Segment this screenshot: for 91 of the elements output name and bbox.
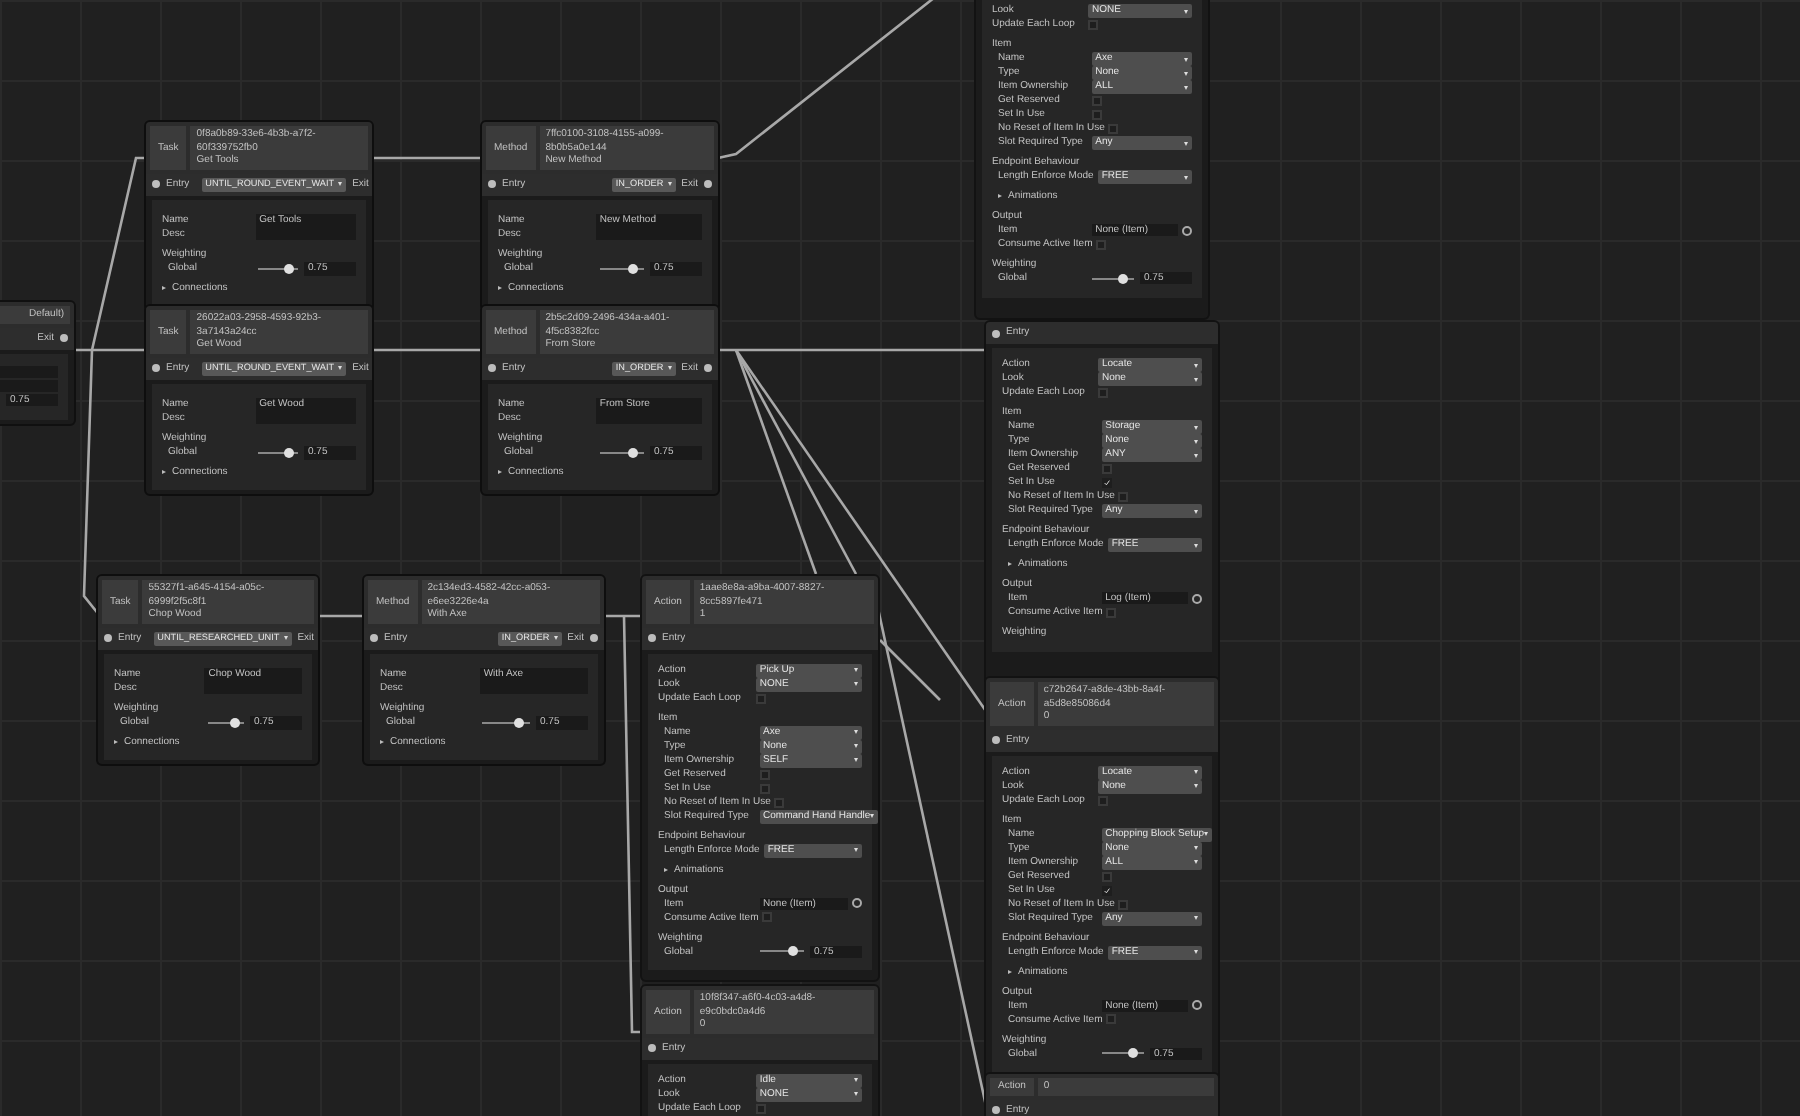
connection-line xyxy=(372,348,482,352)
caret-icon xyxy=(1184,141,1188,145)
caret-icon xyxy=(1184,175,1188,179)
collapsed-arrow-icon xyxy=(1008,562,1012,567)
checkbox[interactable] xyxy=(755,693,766,704)
caret-icon xyxy=(1184,85,1188,89)
collapsed-arrow-icon xyxy=(1008,970,1012,975)
picker-icon[interactable] xyxy=(1192,1000,1202,1011)
caret-icon xyxy=(1194,784,1198,789)
checkbox[interactable] xyxy=(1118,492,1129,502)
checkbox[interactable] xyxy=(755,1103,766,1114)
checkbox[interactable] xyxy=(1098,388,1108,398)
caret-icon xyxy=(1184,57,1188,61)
caret-icon xyxy=(870,814,875,819)
checkbox[interactable] xyxy=(1106,607,1117,618)
port-icon[interactable] xyxy=(152,180,160,189)
port-icon[interactable] xyxy=(152,364,160,373)
caret-icon xyxy=(1194,363,1198,367)
caret-icon xyxy=(1194,916,1198,921)
port-icon[interactable] xyxy=(590,634,598,643)
caret-icon xyxy=(854,668,858,673)
slider-thumb[interactable] xyxy=(229,717,240,728)
caret-icon xyxy=(1194,846,1198,851)
caret-icon xyxy=(1194,860,1198,865)
port-icon[interactable] xyxy=(370,634,378,643)
caret-icon xyxy=(1194,439,1198,443)
port-icon[interactable] xyxy=(60,334,68,343)
caret-icon xyxy=(854,730,858,735)
caret-icon xyxy=(1194,950,1198,955)
port-icon[interactable] xyxy=(992,329,1000,337)
collapsed-arrow-icon xyxy=(162,470,166,475)
slider-thumb[interactable] xyxy=(283,263,294,274)
checkbox[interactable] xyxy=(759,769,770,780)
checkbox[interactable] xyxy=(762,912,773,923)
slider-thumb[interactable] xyxy=(1118,273,1129,284)
checkbox[interactable] xyxy=(1118,899,1129,910)
checkbox[interactable] xyxy=(1098,795,1108,806)
caret-icon xyxy=(854,744,858,749)
connection-line xyxy=(372,156,482,160)
picker-icon[interactable] xyxy=(852,898,862,909)
port-icon[interactable] xyxy=(488,180,496,189)
caret-icon xyxy=(1194,453,1198,457)
checkbox[interactable] xyxy=(1088,20,1098,30)
caret-icon xyxy=(1194,770,1198,775)
port-icon[interactable] xyxy=(104,634,112,643)
caret-icon xyxy=(1194,509,1198,513)
port-icon[interactable] xyxy=(488,364,496,373)
port-icon[interactable] xyxy=(704,180,712,189)
checkbox[interactable] xyxy=(759,783,770,794)
collapsed-arrow-icon xyxy=(380,740,384,745)
port-icon[interactable] xyxy=(648,634,656,643)
slider-thumb[interactable] xyxy=(1128,1048,1139,1059)
checkbox[interactable] xyxy=(1101,464,1112,474)
caret-icon xyxy=(1204,832,1209,837)
port-icon[interactable] xyxy=(992,1106,1000,1115)
checkbox[interactable] xyxy=(1091,110,1102,120)
collapsed-arrow-icon xyxy=(998,194,1002,199)
checkbox[interactable] xyxy=(1106,1014,1117,1025)
slider-thumb[interactable] xyxy=(513,717,524,728)
caret-icon xyxy=(1194,425,1198,429)
caret-icon xyxy=(1194,377,1198,381)
port-icon[interactable] xyxy=(704,364,712,373)
caret-icon xyxy=(338,182,343,187)
checkbox[interactable] xyxy=(1101,871,1112,882)
slider-thumb[interactable] xyxy=(627,263,638,274)
checkbox[interactable] xyxy=(1091,96,1102,106)
picker-icon[interactable] xyxy=(1182,225,1192,236)
connection-line xyxy=(318,614,364,618)
caret-icon xyxy=(854,1092,858,1097)
caret-icon xyxy=(854,848,858,853)
caret-icon xyxy=(854,1078,858,1083)
caret-icon xyxy=(854,758,858,763)
picker-icon[interactable] xyxy=(1192,593,1202,604)
collapsed-arrow-icon xyxy=(162,286,166,291)
checkbox[interactable] xyxy=(1096,239,1107,250)
port-icon[interactable] xyxy=(648,1044,656,1053)
collapsed-arrow-icon xyxy=(498,286,502,291)
caret-icon xyxy=(1184,9,1188,13)
collapsed-arrow-icon xyxy=(664,868,668,873)
collapsed-arrow-icon xyxy=(114,740,118,745)
checkbox[interactable] xyxy=(774,797,785,808)
caret-icon xyxy=(1194,543,1198,547)
slider-thumb[interactable] xyxy=(787,946,798,957)
checkbox[interactable] xyxy=(1108,124,1119,134)
port-icon[interactable] xyxy=(992,736,1000,745)
caret-icon xyxy=(338,366,343,371)
caret-icon xyxy=(854,682,858,687)
slider-thumb[interactable] xyxy=(283,447,294,458)
collapsed-arrow-icon xyxy=(498,470,502,475)
slider-thumb[interactable] xyxy=(627,447,638,458)
caret-icon xyxy=(1184,71,1188,75)
